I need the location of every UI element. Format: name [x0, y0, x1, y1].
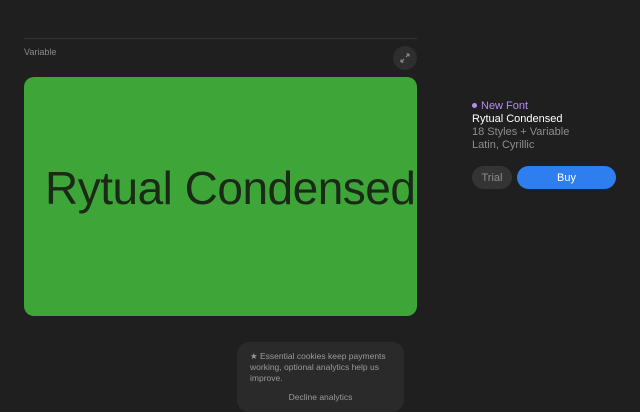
- preview-sample-text: Rytual Condensed: [45, 162, 416, 214]
- badge-text: New Font: [481, 100, 529, 112]
- font-info-panel: New Font Rytual Condensed 18 Styles + Va…: [472, 100, 569, 152]
- new-font-badge: New Font: [472, 100, 569, 113]
- buy-button[interactable]: Buy: [517, 166, 616, 189]
- decline-analytics-button[interactable]: Decline analytics: [237, 392, 404, 402]
- font-styles: 18 Styles + Variable: [472, 126, 570, 138]
- cookie-message: ★ Essential cookies keep payments workin…: [250, 351, 395, 384]
- top-divider: [24, 38, 417, 39]
- expand-arrows-icon: [400, 53, 410, 63]
- trial-button[interactable]: Trial: [472, 166, 512, 189]
- section-label: Variable: [24, 47, 57, 57]
- cookie-message-text: Essential cookies keep payments working,…: [250, 351, 386, 383]
- star-icon: ★: [250, 351, 260, 361]
- dot-icon: [472, 102, 477, 108]
- cookie-banner: ★ Essential cookies keep payments workin…: [237, 342, 404, 412]
- font-scripts: Latin, Cyrillic: [472, 139, 535, 151]
- font-preview-card[interactable]: Rytual Condensed: [24, 77, 417, 316]
- font-name[interactable]: Rytual Condensed: [472, 113, 569, 126]
- expand-button[interactable]: [393, 46, 417, 70]
